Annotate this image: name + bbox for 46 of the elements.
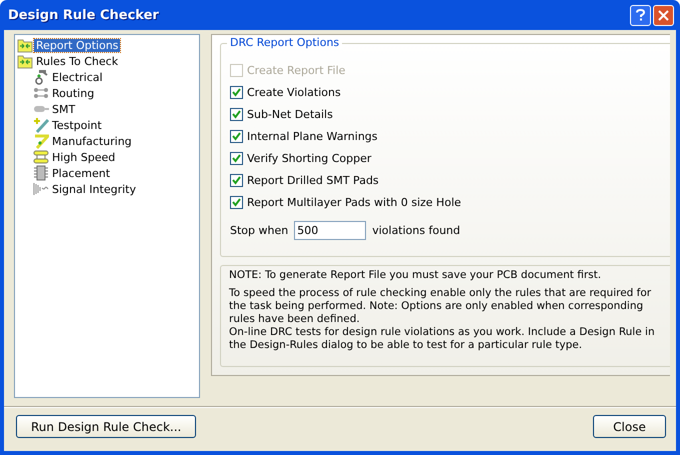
component-icon — [33, 69, 49, 85]
tree-item[interactable]: Report Options — [34, 38, 120, 52]
checkbox-label: Verify Shorting Copper — [247, 152, 372, 165]
help-button[interactable] — [630, 4, 651, 26]
group-title: DRC Report Options — [227, 36, 342, 49]
tree-item[interactable]: Rules To Check — [34, 54, 120, 68]
checkbox[interactable] — [230, 108, 243, 121]
checkbox[interactable] — [230, 130, 243, 143]
note-text: NOTE: To generate Report File you must save your PCB document first. — [229, 269, 602, 282]
tree-item[interactable]: Manufacturing — [50, 134, 134, 148]
checkbox-label: Create Violations — [247, 86, 341, 99]
chip-icon — [33, 165, 49, 181]
input-field[interactable]: 500 — [294, 221, 366, 240]
note-text: On-line DRC tests for design rule violations as you work. Include a Design Rule in the Design-Rules dialog to be able to test for a particular rule type. — [229, 326, 656, 352]
tree-item[interactable]: SMT — [50, 102, 78, 116]
connector-icon — [33, 85, 49, 101]
folder-icon — [17, 37, 33, 53]
close-button[interactable]: Close — [593, 415, 666, 438]
close-button[interactable] — [653, 4, 674, 26]
checkbox-label: Sub-Net Details — [247, 108, 333, 121]
tree-item[interactable]: High Speed — [50, 150, 118, 164]
note-text: To speed the process of rule checking enable only the rules that are required for the task being performed. Note: Options are only enabled when corresponding rules have been defined. — [229, 287, 652, 326]
checkbox[interactable] — [230, 196, 243, 209]
tree-item[interactable]: Signal Integrity — [50, 182, 138, 196]
waveform-icon — [33, 181, 49, 197]
window-title: Design Rule Checker — [8, 8, 159, 22]
tree-item[interactable]: Placement — [50, 166, 112, 180]
field-label: violations found — [372, 224, 460, 237]
checkbox[interactable] — [230, 152, 243, 165]
checkbox-label: Report Drilled SMT Pads — [247, 174, 379, 187]
checkbox-label: Internal Plane Warnings — [247, 130, 378, 143]
angle-icon — [33, 133, 49, 149]
field-label: Stop when — [230, 224, 288, 237]
close-icon — [658, 10, 669, 20]
run-button[interactable]: Run Design Rule Check... — [16, 415, 196, 438]
checkbox-label: Report Multilayer Pads with 0 size Hole — [247, 196, 462, 209]
tree-item[interactable]: Electrical — [50, 70, 105, 84]
probe-icon — [33, 117, 49, 133]
checkbox[interactable] — [230, 86, 243, 99]
link-icon — [33, 149, 49, 165]
folder-icon — [17, 53, 33, 69]
checkbox-label: Create Report File — [247, 64, 346, 77]
checkbox[interactable] — [230, 174, 243, 187]
help-icon — [636, 9, 645, 21]
tree-item[interactable]: Routing — [50, 86, 96, 100]
tree-item[interactable]: Testpoint — [50, 118, 104, 132]
